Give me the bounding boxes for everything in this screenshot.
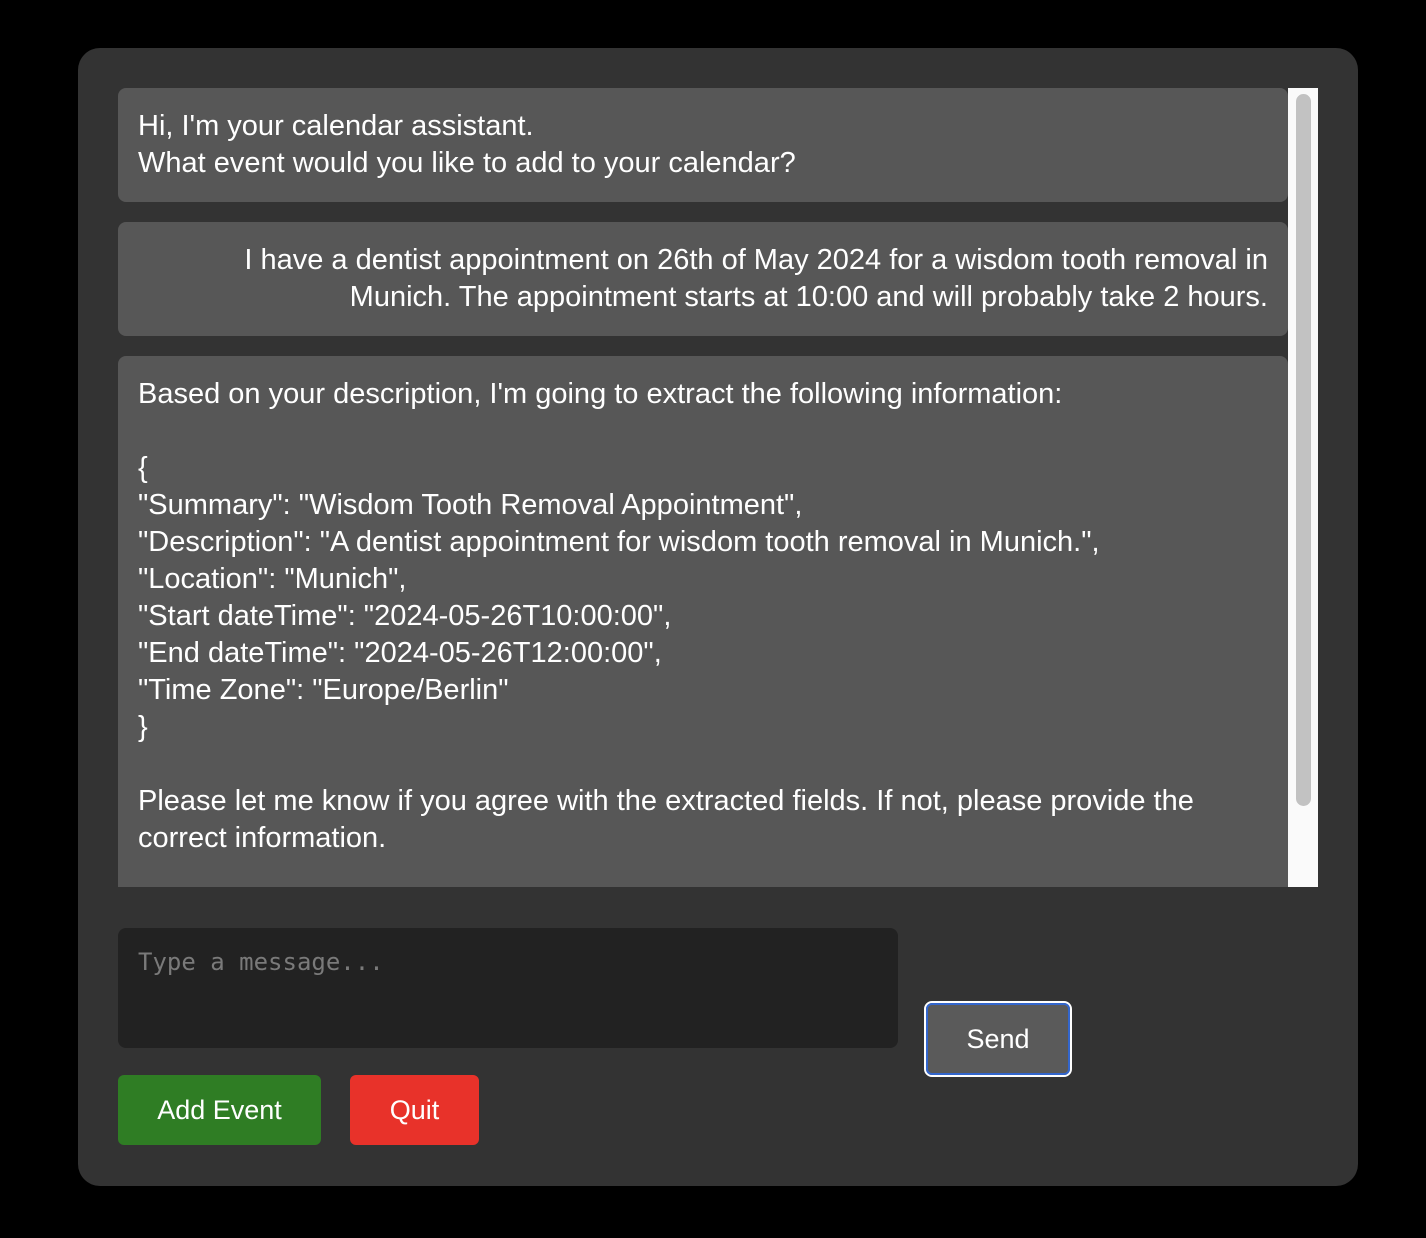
chat-history[interactable]: Hi, I'm your calendar assistant. What ev… bbox=[118, 88, 1318, 887]
assistant-message: Hi, I'm your calendar assistant. What ev… bbox=[118, 88, 1288, 202]
send-button[interactable]: Send bbox=[924, 1001, 1072, 1077]
add-event-button[interactable]: Add Event bbox=[118, 1075, 321, 1145]
message-input[interactable] bbox=[118, 928, 898, 1048]
message-list: Hi, I'm your calendar assistant. What ev… bbox=[118, 88, 1288, 887]
chat-app-panel: Hi, I'm your calendar assistant. What ev… bbox=[78, 48, 1358, 1186]
assistant-message: Based on your description, I'm going to … bbox=[118, 356, 1288, 887]
quit-button[interactable]: Quit bbox=[350, 1075, 479, 1145]
user-message: I have a dentist appointment on 26th of … bbox=[118, 222, 1288, 336]
chat-scrollbar-thumb[interactable] bbox=[1296, 94, 1311, 806]
chat-scrollbar[interactable] bbox=[1288, 88, 1318, 887]
